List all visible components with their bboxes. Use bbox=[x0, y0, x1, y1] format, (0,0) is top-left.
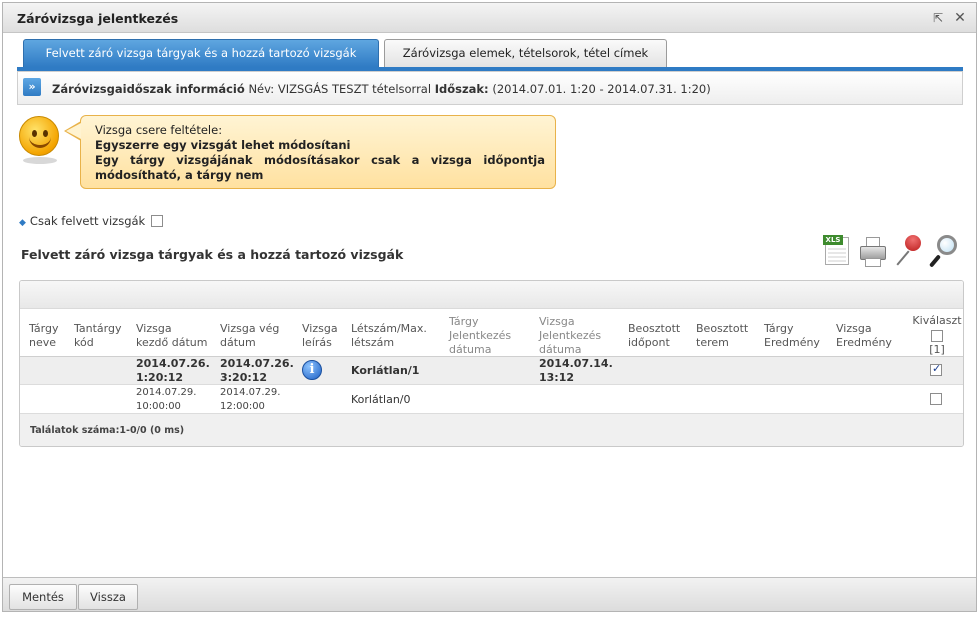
table-row[interactable]: 2014.07.29. 10:00:00 2014.07.29. 12:00:00 … bbox=[20, 385, 963, 414]
smiley-eye bbox=[32, 130, 37, 137]
bottom-bar: Mentés Vissza bbox=[3, 577, 976, 611]
col-letszam[interactable]: Létszám/Max. létszám bbox=[351, 322, 427, 350]
row-letszam: Korlátlan/0 bbox=[351, 393, 411, 406]
excel-export-icon[interactable]: XLS bbox=[823, 235, 851, 269]
bubble-tail-inner bbox=[66, 123, 81, 139]
period-info-bar: » Záróvizsgaidőszak információ Név: VIZS… bbox=[17, 71, 963, 105]
period-info-label: Záróvizsgaidőszak információ bbox=[52, 82, 245, 96]
period-name-label: Név: bbox=[248, 82, 275, 96]
smiley-shadow bbox=[23, 157, 57, 164]
notice-line-3: Egy tárgy vizsgájának módosításakor csak… bbox=[95, 153, 545, 167]
row-veg-datum: 2014.07.26. 3:20:12 bbox=[220, 357, 294, 384]
period-info-text: Záróvizsgaidőszak információ Név: VIZSGÁ… bbox=[52, 82, 711, 96]
filter-label: Csak felvett vizsgák bbox=[29, 214, 146, 228]
save-button[interactable]: Mentés bbox=[9, 584, 77, 610]
pin-head bbox=[901, 231, 925, 255]
col-beosztott-terem[interactable]: Beosztott terem bbox=[696, 322, 748, 350]
table-row[interactable]: 2014.07.26. 1:20:12 2014.07.26. 3:20:12 i … bbox=[20, 357, 963, 385]
col-kivalaszt[interactable]: Kiválaszt [1] bbox=[909, 314, 963, 357]
title-bar: Záróvizsga jelentkezés ⇱ ✕ bbox=[3, 3, 976, 33]
tab-felvett-vizsgak[interactable]: Felvett záró vizsga tárgyak és a hozzá t… bbox=[23, 39, 379, 67]
xls-tag: XLS bbox=[823, 235, 843, 245]
info-icon[interactable]: i bbox=[302, 360, 322, 380]
row-letszam: Korlátlan/1 bbox=[351, 364, 420, 377]
col-veg-datum[interactable]: Vizsga vég dátum bbox=[220, 322, 279, 350]
notice-bubble: Vizsga csere feltétele: Egyszerre egy vi… bbox=[80, 115, 556, 189]
tab-zarovizsga-elemek[interactable]: Záróvizsga elemek, tételsorok, tétel cím… bbox=[384, 39, 667, 67]
printer-output bbox=[865, 258, 881, 267]
period-label: Időszak: bbox=[434, 82, 489, 96]
print-icon[interactable] bbox=[859, 235, 887, 269]
row-select-checkbox[interactable] bbox=[930, 362, 942, 376]
period-value: (2014.07.01. 1:20 - 2014.07.31. 1:20) bbox=[492, 82, 711, 96]
diamond-icon: ◆ bbox=[19, 218, 26, 228]
chevron-down-icon[interactable]: » bbox=[23, 78, 41, 96]
result-count: Találatok száma:1-0/0 (0 ms) bbox=[30, 425, 185, 436]
row-select-checkbox[interactable] bbox=[930, 393, 942, 405]
back-button[interactable]: Vissza bbox=[78, 584, 138, 610]
window-title: Záróvizsga jelentkezés bbox=[17, 11, 179, 26]
row-veg-datum: 2014.07.29. 12:00:00 bbox=[220, 387, 281, 412]
exam-grid: Tárgy neve Tantárgy kód Vizsga kezdő dátum … bbox=[19, 280, 964, 447]
col-tantargy-kod[interactable]: Tantárgy kód bbox=[74, 322, 122, 350]
pin-needle bbox=[896, 250, 910, 266]
col-targy-neve[interactable]: Tárgy neve bbox=[29, 322, 58, 350]
notice-line-1: Vizsga csere feltétele: bbox=[95, 123, 223, 137]
grid-toolbar bbox=[20, 281, 963, 309]
popout-icon[interactable]: ⇱ bbox=[930, 10, 946, 26]
col-vizsga-eredmeny[interactable]: Vizsga Eredmény bbox=[836, 322, 892, 350]
close-icon[interactable]: ✕ bbox=[952, 10, 968, 26]
col-vizsga-leiras[interactable]: Vizsga leírás bbox=[302, 322, 338, 350]
col-vizsga-jelentkezes[interactable]: Vizsga Jelentkezés dátuma bbox=[539, 315, 601, 357]
magnifier-handle bbox=[928, 254, 942, 268]
smiley-eye bbox=[43, 130, 48, 137]
dialog-window: Záróvizsga jelentkezés ⇱ ✕ Felvett záró … bbox=[2, 2, 977, 612]
magnifier-lens bbox=[937, 235, 957, 255]
smiley-mouth bbox=[29, 137, 51, 148]
row-kezdo-datum: 2014.07.29. 10:00:00 bbox=[136, 387, 197, 412]
grid-header: Tárgy neve Tantárgy kód Vizsga kezdő dátum … bbox=[20, 309, 963, 357]
row-kezdo-datum: 2014.07.26. 1:20:12 bbox=[136, 357, 210, 384]
row-vizsga-jelentkezes: 2014.07.14. 13:12 bbox=[539, 357, 613, 384]
section-title: Felvett záró vizsga tárgyak és a hozzá t… bbox=[21, 247, 404, 262]
period-name-value: VIZSGÁS TESZT tételsorral bbox=[277, 82, 432, 96]
col-beosztott-idopont[interactable]: Beosztott időpont bbox=[628, 322, 680, 350]
smiley-icon bbox=[19, 116, 59, 156]
col-targy-eredmeny[interactable]: Tárgy Eredmény bbox=[764, 322, 820, 350]
pin-icon[interactable] bbox=[896, 231, 925, 269]
grid-footer: Találatok száma:1-0/0 (0 ms) bbox=[20, 414, 963, 446]
select-all-checkbox[interactable] bbox=[931, 330, 943, 342]
col-kezdo-datum[interactable]: Vizsga kezdő dátum bbox=[136, 322, 207, 350]
notice-line-2: Egyszerre egy vizsgát lehet módosítani bbox=[95, 138, 351, 152]
search-icon[interactable] bbox=[928, 235, 959, 269]
notice-line-4: módosítható, a tárgy nem bbox=[95, 168, 264, 182]
col-targy-jelentkezes[interactable]: Tárgy Jelentkezés dátuma bbox=[449, 315, 511, 357]
only-registered-filter: ◆ Csak felvett vizsgák bbox=[19, 214, 164, 228]
only-registered-checkbox[interactable] bbox=[151, 214, 164, 227]
